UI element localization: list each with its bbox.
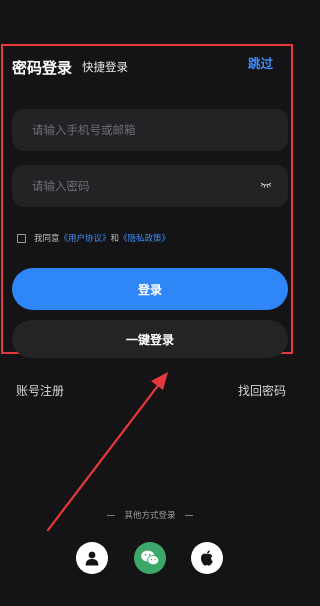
- login-button-label: 登录: [137, 282, 162, 297]
- other-login-label: 其他方式登录: [124, 511, 176, 521]
- password-placeholder: 请输入密码: [32, 179, 90, 193]
- tab-password-login[interactable]: 密码登录: [12, 57, 72, 78]
- password-input[interactable]: 请输入密码: [12, 165, 288, 207]
- divider-line-right: [184, 515, 193, 516]
- user-icon: [85, 551, 99, 566]
- forgot-password-link[interactable]: 找回密码: [238, 382, 286, 399]
- wechat-login-button[interactable]: [134, 542, 166, 574]
- register-account-link[interactable]: 账号注册: [16, 382, 64, 399]
- one-key-login-label: 一键登录: [125, 332, 174, 347]
- agreement-and: 和: [110, 234, 120, 244]
- user-login-button[interactable]: [76, 542, 108, 574]
- skip-button[interactable]: 跳过: [248, 53, 273, 72]
- tab-quick-login[interactable]: 快捷登录: [82, 59, 128, 75]
- apple-login-button[interactable]: [191, 542, 223, 574]
- one-key-login-button[interactable]: 一键登录: [12, 320, 288, 358]
- phone-email-input[interactable]: 请输入手机号或邮箱: [12, 109, 288, 151]
- other-login-divider: 其他方式登录: [0, 509, 300, 521]
- agreement-row: 我同意 《用户协议》 和 《隐私政策》: [17, 232, 170, 244]
- eye-closed-icon[interactable]: [260, 180, 272, 190]
- wechat-icon: [141, 550, 160, 566]
- divider-line-left: [107, 515, 116, 516]
- login-button[interactable]: 登录: [12, 268, 288, 310]
- user-agreement-link[interactable]: 《用户协议》: [60, 232, 111, 244]
- agreement-prefix: 我同意: [34, 234, 60, 244]
- apple-icon: [201, 550, 213, 566]
- privacy-policy-link[interactable]: 《隐私政策》: [119, 232, 170, 244]
- phone-email-placeholder: 请输入手机号或邮箱: [32, 123, 136, 137]
- agreement-checkbox[interactable]: [17, 233, 26, 243]
